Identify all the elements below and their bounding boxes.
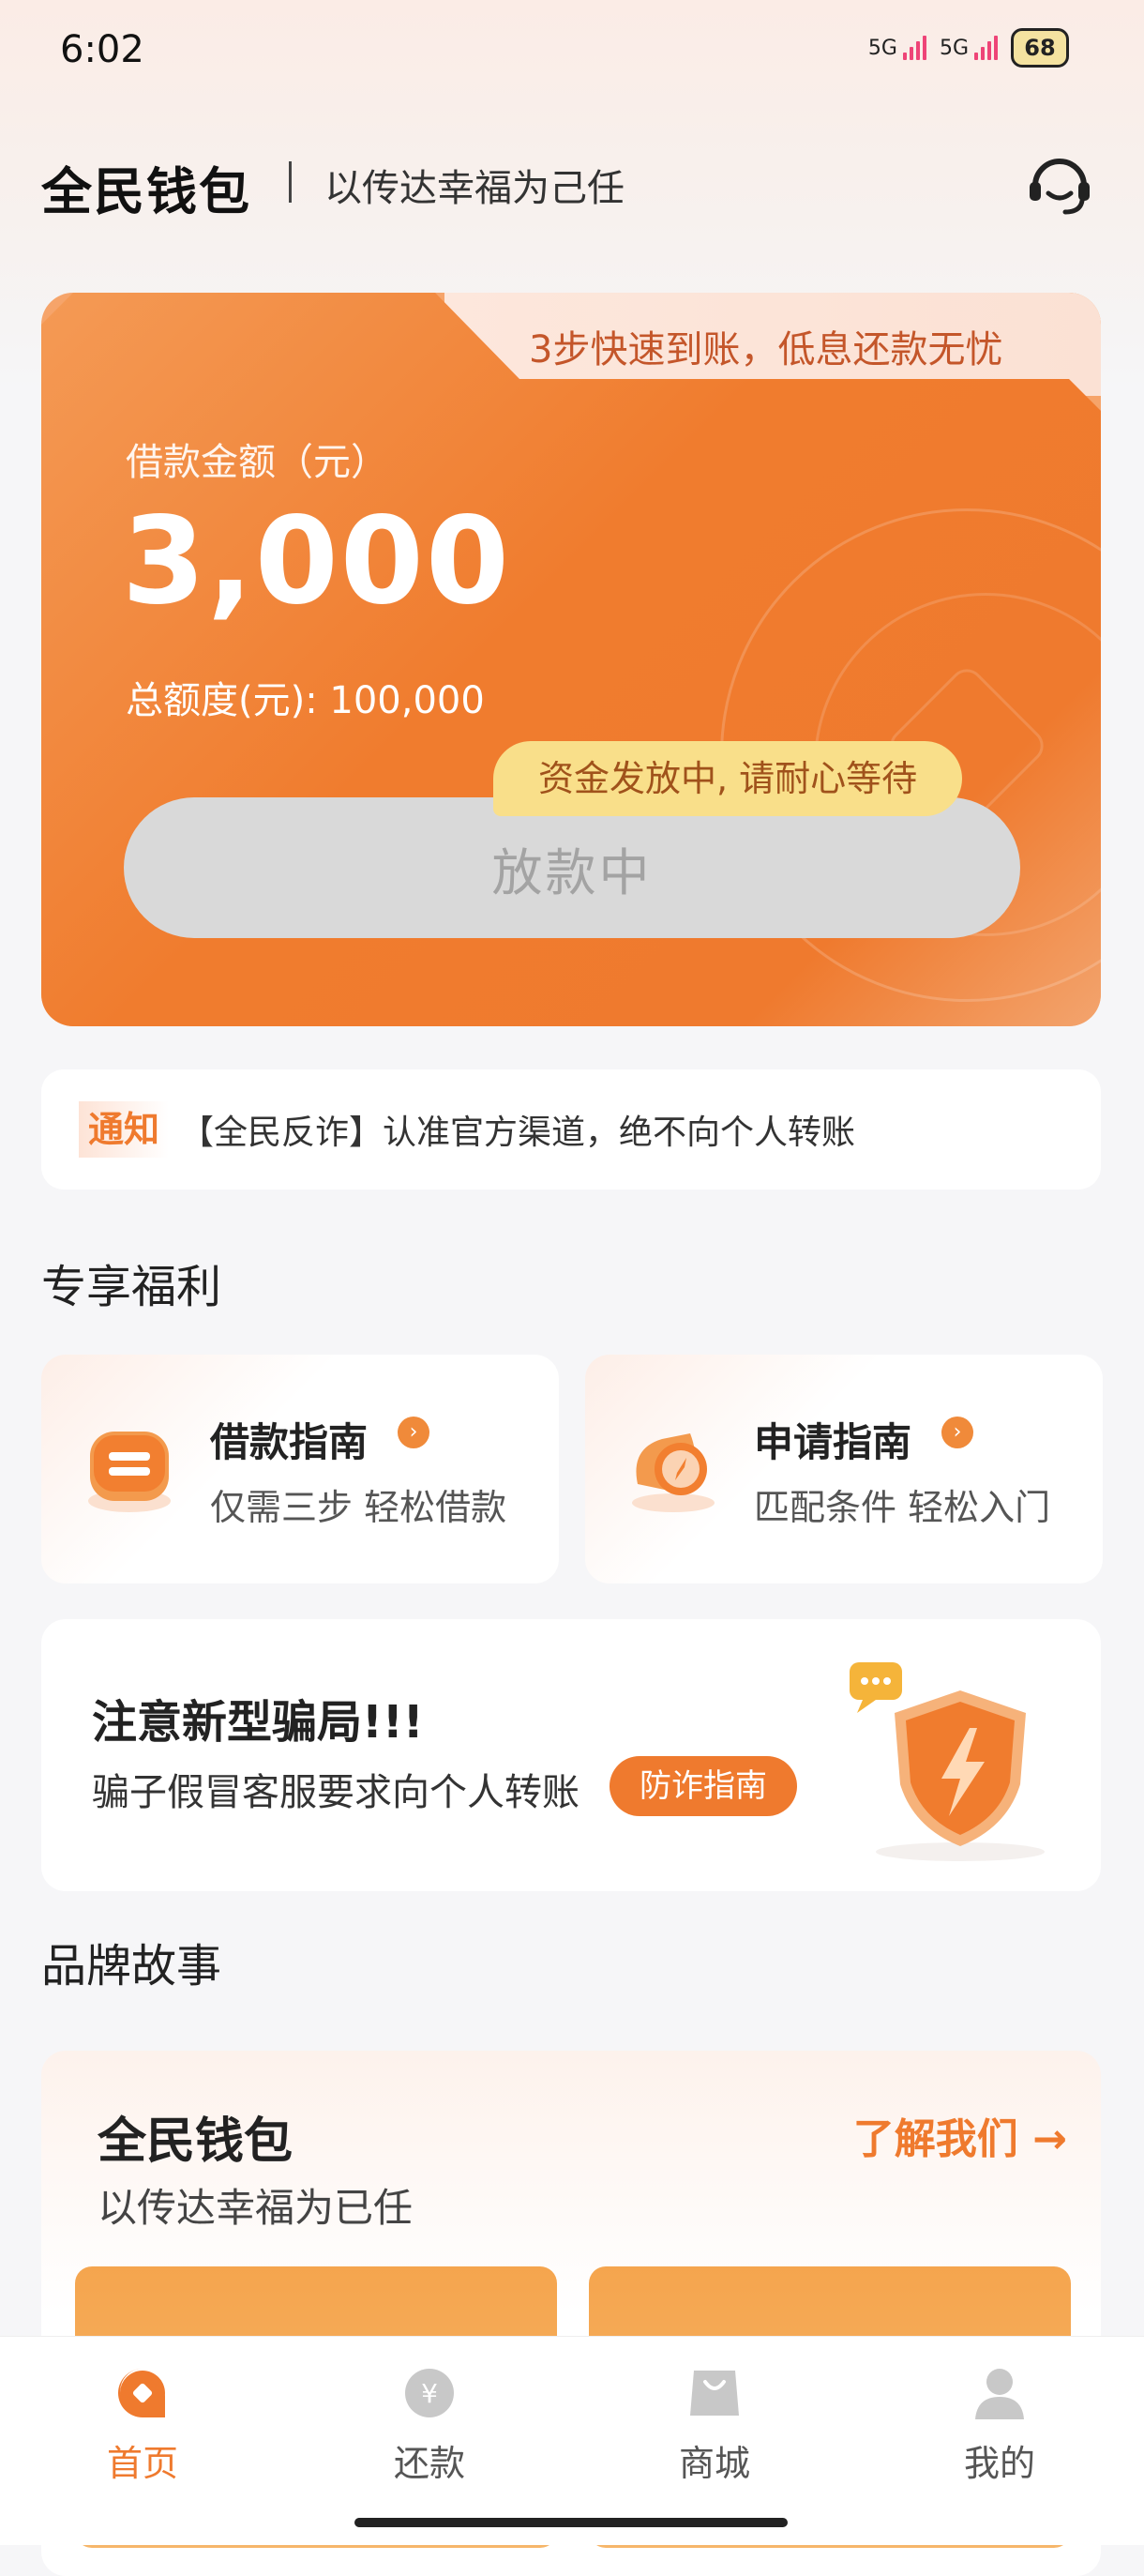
apply-guide-icon [632,1433,715,1512]
disbursing-button[interactable]: 放款中 [124,797,1020,938]
loan-amount: 3,000 [122,492,511,631]
story-sub: 以传达幸福为已任 [98,2185,414,2231]
headset-icon[interactable] [1024,148,1095,220]
tab-repay-label: 还款 [393,2443,465,2484]
signal-icon-2: 5G [940,36,998,60]
scam-warning-title: 注意新型骗局!!! [92,1696,424,1749]
chevron-right-icon: › [941,1417,973,1448]
tab-shop-label: 商城 [678,2443,750,2484]
loan-guide-icon [88,1432,171,1512]
apply-guide-sub: 匹配条件 轻松入门 [754,1487,1051,1528]
notice-text: 【全民反诈】认准官方渠道，绝不向个人转账 [180,1114,856,1152]
bottom-tab-bar: 首页 ¥ 还款 商城 我的 [0,2336,1144,2545]
profile-icon [975,2369,1024,2419]
tab-shop[interactable]: 商城 [621,2365,808,2486]
status-bubble: 资金发放中, 请耐心等待 [493,741,963,816]
app-slogan: 以传达幸福为己任 [324,167,625,210]
home-icon [118,2369,165,2417]
story-title: 全民钱包 [98,2114,294,2170]
repay-icon: ¥ [405,2369,454,2417]
tab-home[interactable]: 首页 [49,2365,236,2486]
loan-card-tagline: 3步快速到账，低息还款无忧 [529,328,1003,371]
tab-home-label: 首页 [106,2443,178,2484]
loan-amount-label: 借款金额（元） [126,441,388,484]
status-icons: 5G 5G 68 [868,28,1069,68]
signal-icon: 5G [868,36,926,60]
svg-text:¥: ¥ [421,2378,438,2409]
benefits-section-title: 专享福利 [41,1261,222,1313]
total-limit: 总额度(元): 100,000 [126,679,485,722]
shop-icon [690,2371,739,2416]
notice-tag: 通知 [79,1101,169,1158]
header-divider [289,161,292,203]
loan-card: 3步快速到账，低息还款无忧 借款金额（元） 3,000 总额度(元): 100,… [41,293,1101,1026]
apply-guide-card[interactable]: 申请指南 › 匹配条件 轻松入门 [585,1355,1103,1583]
loan-guide-card[interactable]: 借款指南 › 仅需三步 轻松借款 [41,1355,559,1583]
loan-guide-sub: 仅需三步 轻松借款 [210,1487,507,1528]
notice-bar[interactable]: 通知 【全民反诈】认准官方渠道，绝不向个人转账 [41,1069,1101,1190]
chevron-right-icon: › [398,1417,429,1448]
anti-fraud-guide-button[interactable]: 防诈指南 [610,1756,797,1816]
learn-more-link[interactable]: 了解我们 → [853,2105,1067,2165]
apply-guide-title: 申请指南 [754,1419,912,1465]
tab-repay[interactable]: ¥ 还款 [336,2365,523,2486]
shield-icon [850,1662,1045,1861]
scam-warning-card[interactable]: 注意新型骗局!!! 骗子假冒客服要求向个人转账 防诈指南 [41,1619,1101,1891]
scam-warning-sub: 骗子假冒客服要求向个人转账 [92,1771,580,1814]
tab-profile[interactable]: 我的 [906,2365,1093,2486]
battery-icon: 68 [1011,28,1069,68]
tab-profile-label: 我的 [963,2443,1035,2484]
status-time: 6:02 [60,28,144,71]
app-brand: 全民钱包 [41,162,251,221]
home-indicator[interactable] [354,2518,788,2527]
story-section-title: 品牌故事 [41,1940,222,1993]
loan-guide-title: 借款指南 [210,1419,369,1465]
